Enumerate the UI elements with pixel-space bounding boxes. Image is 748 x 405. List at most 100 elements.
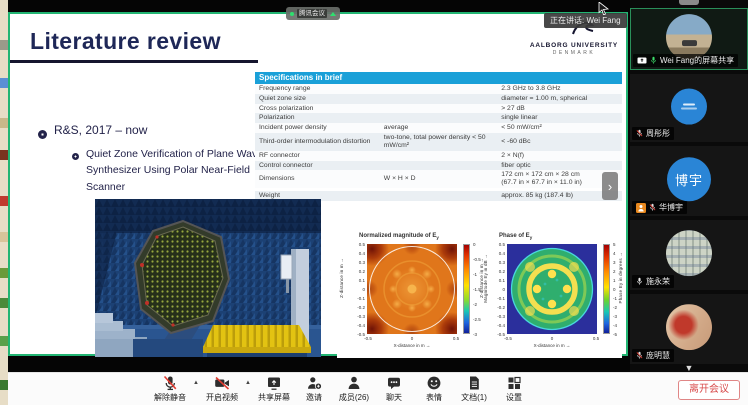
x-axis-label: X-distance in m → xyxy=(362,343,462,348)
axis-tick: -0.2 xyxy=(357,305,365,310)
toolbar-label: 文档(1) xyxy=(461,392,487,403)
mic-options-arrow[interactable]: ▲ xyxy=(191,380,201,386)
invite-icon xyxy=(306,375,322,391)
y-axis-ticks: 0.50.40.30.20.10-0.1-0.2-0.3-0.4-0.5 xyxy=(489,242,505,337)
table-row: Frequency range2.3 GHz to 3.8 GHz xyxy=(255,84,622,94)
participant-nametag: 周彤彤 xyxy=(632,127,674,140)
avatar xyxy=(671,89,707,125)
axis-tick: -1 xyxy=(613,296,617,301)
colorbar xyxy=(603,244,610,334)
settings-icon xyxy=(506,375,522,391)
screen-share-icon xyxy=(637,57,647,65)
axis-tick: -0.5 xyxy=(502,336,514,341)
y-axis-ticks: 0.50.40.30.20.10-0.1-0.2-0.3-0.4-0.5 xyxy=(349,242,365,337)
axis-tick: -0.3 xyxy=(497,314,505,319)
participant-tile-screen-share[interactable]: Wei Fang的屏幕共享 xyxy=(630,8,748,70)
axis-tick: 5 xyxy=(613,242,617,247)
document-icon xyxy=(466,375,482,391)
table-row: RF connector2 × N(f) xyxy=(255,151,622,161)
table-row: Quiet zone sizediameter = 1.00 m, spheri… xyxy=(255,94,622,104)
speaking-indicator: 正在讲话: Wei Fang xyxy=(544,13,627,28)
title-underline xyxy=(10,60,258,63)
chat-button[interactable]: 聊天 xyxy=(375,375,413,403)
axis-tick: 0.4 xyxy=(359,251,365,256)
meeting-toolbar: 解除静音 ▲ 开启视频 ▲ 共享屏幕 邀请 成员(26) 聊天 xyxy=(8,372,748,405)
axis-tick: -0.5 xyxy=(362,336,374,341)
meeting-floating-bar[interactable]: 腾讯会议 xyxy=(286,7,340,20)
colorbar-ticks: 543210-1-2-3-4-5 xyxy=(613,242,617,337)
mouse-cursor xyxy=(598,2,610,15)
share-screen-icon xyxy=(266,375,282,391)
axis-tick: -0.2 xyxy=(497,305,505,310)
anechoic-chamber-photo xyxy=(95,199,321,357)
sidebar-collapse-handle[interactable] xyxy=(679,0,699,5)
share-screen-button[interactable]: 共享屏幕 xyxy=(255,375,293,403)
axis-tick: 0.1 xyxy=(359,278,365,283)
axis-tick: -2 xyxy=(613,305,617,310)
axis-tick: 0 xyxy=(362,287,365,292)
unmute-button[interactable]: 解除静音 xyxy=(151,375,189,403)
axis-tick: -0.4 xyxy=(497,323,505,328)
toolbar-label: 邀请 xyxy=(306,392,322,403)
mic-muted-icon xyxy=(636,129,643,138)
desktop-icon xyxy=(0,298,8,308)
next-page-chevron[interactable]: › xyxy=(602,172,618,200)
desktop-icon xyxy=(0,78,8,88)
axis-tick: 0.3 xyxy=(499,260,505,265)
members-button[interactable]: 成员(26) xyxy=(335,375,373,403)
axis-tick: -2 xyxy=(473,302,481,307)
invite-button[interactable]: 邀请 xyxy=(295,375,333,403)
participant-tile[interactable]: 博宇 华博宇 xyxy=(630,146,748,216)
table-row: Third-order intermodulation distortiontw… xyxy=(255,133,622,151)
start-video-button[interactable]: 开启视频 xyxy=(203,375,241,403)
specifications-table: Specifications in brief Frequency range2… xyxy=(255,72,622,201)
axis-tick: 0 xyxy=(502,287,505,292)
mic-muted-icon xyxy=(649,203,656,212)
y-axis-label: Z-distance in m → xyxy=(339,258,344,298)
axis-tick: 0 xyxy=(406,336,418,341)
settings-button[interactable]: 设置 xyxy=(495,375,533,403)
mic-on-icon xyxy=(650,56,657,65)
plot-title: Phase of Ey xyxy=(499,233,532,240)
axis-tick: -2.5 xyxy=(473,317,481,322)
axis-tick: -0.3 xyxy=(357,314,365,319)
phase-heatmap xyxy=(507,244,597,334)
colorbar-label: Phase Ey in degrees → xyxy=(618,252,623,303)
participant-tile[interactable]: 周彤彤 xyxy=(630,74,748,142)
x-axis-ticks: -0.5 0 0.5 xyxy=(362,336,462,341)
participant-tile[interactable]: 施永荣 xyxy=(630,220,748,290)
participant-name: 施永荣 xyxy=(646,276,670,287)
axis-tick: 0.5 xyxy=(450,336,462,341)
bullet-icon xyxy=(72,153,79,160)
desktop-icon xyxy=(0,336,8,346)
emoji-button[interactable]: 表情 xyxy=(415,375,453,403)
table-row: Control connectorfiber optic xyxy=(255,161,622,171)
participant-nametag: Wei Fang的屏幕共享 xyxy=(633,54,738,67)
axis-tick: -3 xyxy=(613,314,617,319)
axis-tick: -4 xyxy=(613,323,617,328)
plot-title: Normalized magnitude of Ey xyxy=(359,233,439,240)
documents-button[interactable]: 文档(1) xyxy=(455,375,493,403)
participants-sidebar: Wei Fang的屏幕共享 周彤彤 博宇 华博宇 施永荣 xyxy=(630,0,748,372)
x-axis-label: X-distance in m → xyxy=(502,343,602,348)
table-row: Cross polarization> 27 dB xyxy=(255,104,622,114)
table-row: Incident power densityaverage< 50 mW/cm² xyxy=(255,123,622,133)
figure-panel: Normalized magnitude of Ey Z-distance in… xyxy=(337,228,622,358)
axis-tick: 1 xyxy=(613,278,617,283)
participant-tile[interactable]: 庞明慧 xyxy=(630,294,748,364)
participant-name: 庞明慧 xyxy=(646,350,670,361)
y-axis-label: Z-distance in m → xyxy=(479,258,484,298)
video-options-arrow[interactable]: ▲ xyxy=(243,380,253,386)
avatar: 博宇 xyxy=(667,157,711,201)
avatar xyxy=(666,230,712,276)
axis-tick: 0.3 xyxy=(359,260,365,265)
axis-tick: 0.4 xyxy=(499,251,505,256)
emoji-icon xyxy=(426,375,442,391)
university-country: DENMARK xyxy=(530,50,618,56)
leave-meeting-button[interactable]: 离开会议 xyxy=(678,380,740,400)
toolbar-label: 开启视频 xyxy=(206,392,238,403)
axis-tick: 0.2 xyxy=(359,269,365,274)
axis-tick: 0 xyxy=(473,242,481,247)
participant-nametag: 华博宇 xyxy=(632,201,687,214)
desktop-icon xyxy=(0,118,8,128)
